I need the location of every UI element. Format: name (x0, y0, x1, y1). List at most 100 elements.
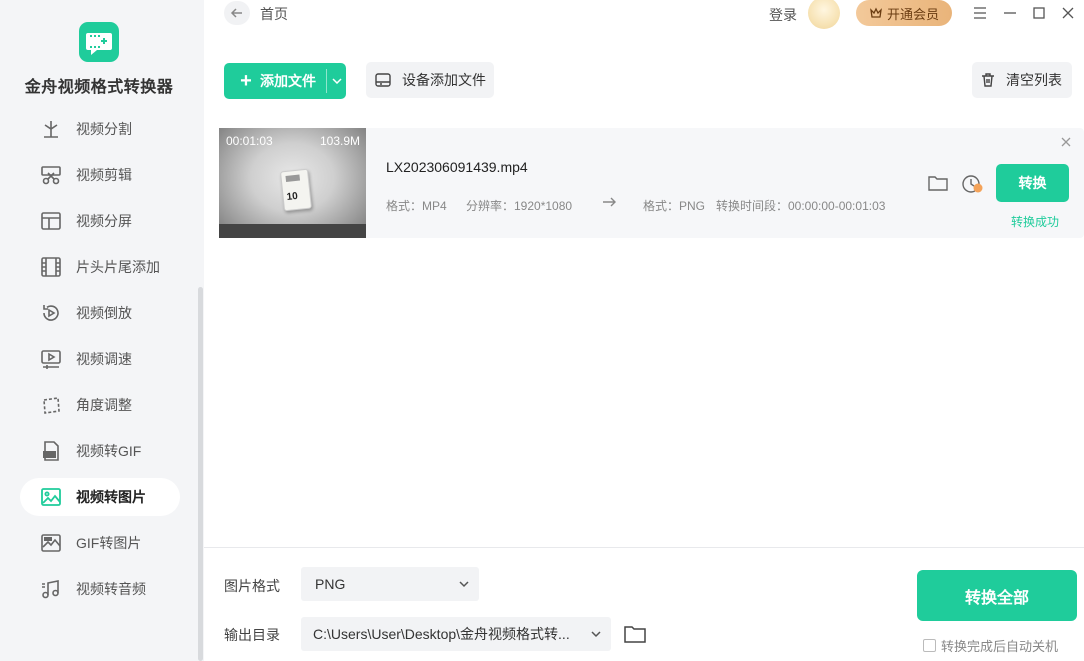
sidebar: 金舟视频格式转换器 视频分割 视频剪辑 视频分屏 片头片尾添加 视频倒放 视频调… (0, 0, 204, 661)
video-size: 103.9M (319, 134, 360, 148)
file-row[interactable]: 10 00:01:03 103.9M LX202306091439.mp4 格式… (219, 128, 1084, 238)
convert-all-button[interactable]: 转换全部 (917, 570, 1077, 621)
sidebar-item-video-edit[interactable]: 视频剪辑 (20, 156, 180, 194)
sidebar-item-label: 视频转音频 (76, 581, 146, 597)
trash-icon (982, 73, 994, 87)
rotate-icon (43, 397, 60, 414)
video-duration: 00:01:03 (226, 134, 273, 148)
sidebar-item-label: 视频转图片 (76, 489, 146, 505)
device-add-label: 设备添加文件 (402, 72, 486, 88)
close-button[interactable] (1058, 3, 1078, 23)
sidebar-item-video-to-gif[interactable]: GIF 视频转GIF (20, 432, 180, 470)
sidebar-item-label: 视频分割 (76, 121, 132, 137)
auto-shutdown-label: 转换完成后自动关机 (941, 639, 1059, 654)
browse-folder-button[interactable] (623, 624, 647, 647)
divider (326, 69, 327, 93)
timer-icon (962, 175, 983, 193)
bottom-panel: 图片格式 PNG 输出目录 C:\Users\User\Desktop\金舟视频… (204, 547, 1084, 661)
music-icon (42, 580, 59, 599)
maximize-button[interactable] (1029, 3, 1049, 23)
output-label: 输出目录 (224, 627, 280, 643)
arrow-left-icon (230, 8, 242, 18)
arrow-right-icon (601, 194, 617, 213)
auto-shutdown-checkbox[interactable] (923, 639, 936, 652)
login-link[interactable]: 登录 (769, 5, 797, 25)
source-format: 格式：MP4 (386, 199, 447, 213)
minimize-button[interactable] (1000, 3, 1020, 23)
remove-file-button[interactable] (1061, 135, 1071, 150)
clear-list-label: 清空列表 (1006, 72, 1062, 88)
add-file-button[interactable]: + 添加文件 (224, 63, 346, 99)
device-add-file-button[interactable]: 设备添加文件 (366, 62, 494, 98)
close-icon (1062, 7, 1074, 19)
clear-list-button[interactable]: 清空列表 (972, 62, 1072, 98)
format-select[interactable]: PNG (301, 567, 479, 601)
convert-button[interactable]: 转换 (996, 164, 1069, 202)
app-title: 金舟视频格式转换器 (24, 79, 174, 96)
folder-icon (928, 176, 948, 191)
minimize-icon (1004, 12, 1016, 14)
sidebar-item-video-reverse[interactable]: 视频倒放 (20, 294, 180, 332)
split-icon (44, 121, 58, 138)
layout-icon (41, 212, 61, 230)
avatar[interactable] (808, 0, 840, 29)
target-format: 格式：PNG (643, 199, 706, 213)
add-file-dropdown[interactable] (328, 63, 346, 99)
open-folder-button[interactable] (928, 174, 948, 195)
sidebar-nav: 视频分割 视频剪辑 视频分屏 片头片尾添加 视频倒放 视频调速 角度调整 GIF… (20, 118, 180, 661)
close-icon (1061, 137, 1071, 147)
settings-timer-button[interactable] (961, 172, 985, 199)
time-range: 转换时间段：00:00:00-00:01:03 (716, 199, 886, 213)
sidebar-item-rotate[interactable]: 角度调整 (20, 386, 180, 424)
back-button[interactable] (224, 1, 250, 25)
format-value: PNG (315, 576, 346, 592)
device-icon (375, 73, 391, 87)
maximize-icon (1033, 7, 1045, 19)
sidebar-item-video-to-audio[interactable]: 视频转音频 (20, 570, 180, 608)
chevron-down-icon (591, 631, 601, 638)
app-logo-icon (79, 22, 119, 62)
sidebar-item-video-splitscreen[interactable]: 视频分屏 (20, 202, 180, 240)
format-label: 图片格式 (224, 578, 280, 594)
chevron-down-icon (332, 78, 342, 84)
breadcrumb[interactable]: 首页 (260, 4, 288, 24)
folder-icon (624, 626, 646, 643)
svg-text:GIF: GIF (45, 453, 56, 459)
rewind-icon (43, 305, 59, 321)
video-thumbnail[interactable]: 10 00:01:03 103.9M (219, 128, 366, 238)
output-value: C:\Users\User\Desktop\金舟视频格式转... (313, 626, 570, 642)
image-icon (41, 488, 61, 506)
sidebar-item-label: 视频转GIF (76, 443, 142, 459)
monitor-speed-icon (41, 350, 61, 369)
hamburger-icon (974, 7, 986, 19)
sidebar-item-label: 视频剪辑 (76, 167, 132, 183)
status-badge: 转换成功 (1011, 215, 1060, 229)
thumbnail-bar (219, 224, 366, 238)
sidebar-item-video-speed[interactable]: 视频调速 (20, 340, 180, 378)
gif-image-icon (41, 534, 61, 552)
output-dir-select[interactable]: C:\Users\User\Desktop\金舟视频格式转... (301, 617, 611, 651)
sidebar-item-label: 视频倒放 (76, 305, 132, 321)
sidebar-item-intro-outro[interactable]: 片头片尾添加 (20, 248, 180, 286)
sidebar-item-gif-to-image[interactable]: GIF转图片 (20, 524, 180, 562)
sidebar-item-video-to-image[interactable]: 视频转图片 (20, 478, 180, 516)
gif-file-icon: GIF (43, 441, 59, 461)
sidebar-scrollbar[interactable] (198, 287, 203, 661)
vip-button[interactable]: 开通会员 (856, 0, 952, 26)
source-resolution: 分辨率：1920*1080 (466, 199, 573, 213)
sidebar-item-label: 片头片尾添加 (76, 259, 160, 275)
sidebar-item-video-split[interactable]: 视频分割 (20, 118, 180, 148)
film-strip-icon (41, 257, 61, 277)
scissors-icon (41, 166, 61, 185)
sidebar-item-label: 视频调速 (76, 351, 132, 367)
sidebar-item-label: GIF转图片 (76, 535, 142, 551)
auto-shutdown-option[interactable]: 转换完成后自动关机 (923, 636, 1058, 655)
sidebar-item-label: 角度调整 (76, 397, 132, 413)
crown-icon (870, 7, 882, 18)
thumbnail-object: 10 (279, 168, 313, 212)
file-name: LX202306091439.mp4 (386, 159, 528, 175)
vip-label: 开通会员 (886, 6, 939, 22)
menu-button[interactable] (970, 3, 990, 23)
chevron-down-icon (459, 581, 469, 588)
plus-icon: + (240, 69, 252, 92)
